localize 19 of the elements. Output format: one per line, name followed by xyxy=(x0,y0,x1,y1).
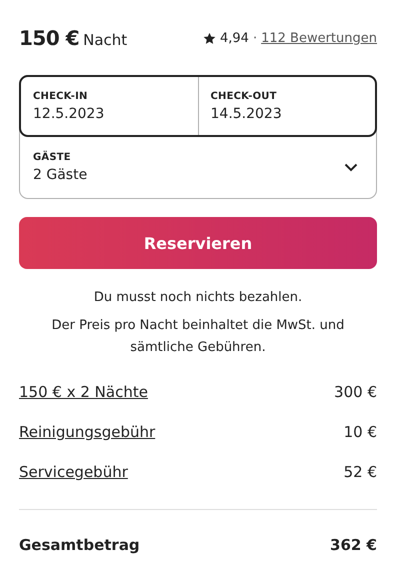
price-unit: Nacht xyxy=(83,31,128,49)
info-note: Du musst noch nichts bezahlen. xyxy=(92,289,304,307)
fee-amount: 300 € xyxy=(334,382,377,403)
fee-link[interactable]: 150 € x 2 Nächte xyxy=(19,381,148,403)
chevron-down-icon xyxy=(344,162,358,172)
nightly-price: 150 € xyxy=(19,26,80,50)
reviews-link[interactable]: 112 Bewertungen xyxy=(261,31,377,46)
fee-amount: 52 € xyxy=(344,462,377,483)
fee-amount: 10 € xyxy=(344,422,377,443)
info-note: Der Preis pro Nacht beinhaltet die MwSt. und sämtliche Gebühren. xyxy=(50,317,346,357)
total-label: Gesamtbetrag xyxy=(19,536,140,554)
separator-dot: · xyxy=(252,31,258,46)
fee-link[interactable]: Reinigungsgebühr xyxy=(19,421,156,443)
rating-score: 4,94 xyxy=(220,31,249,46)
reserve-button[interactable]: Reservieren xyxy=(19,217,377,269)
fee-link[interactable]: Servicegebühr xyxy=(19,461,128,483)
star-icon xyxy=(203,32,216,45)
guests-dropdown[interactable]: GÄSTE 2 Gäste xyxy=(20,136,376,198)
total-amount: 362 € xyxy=(330,536,377,554)
